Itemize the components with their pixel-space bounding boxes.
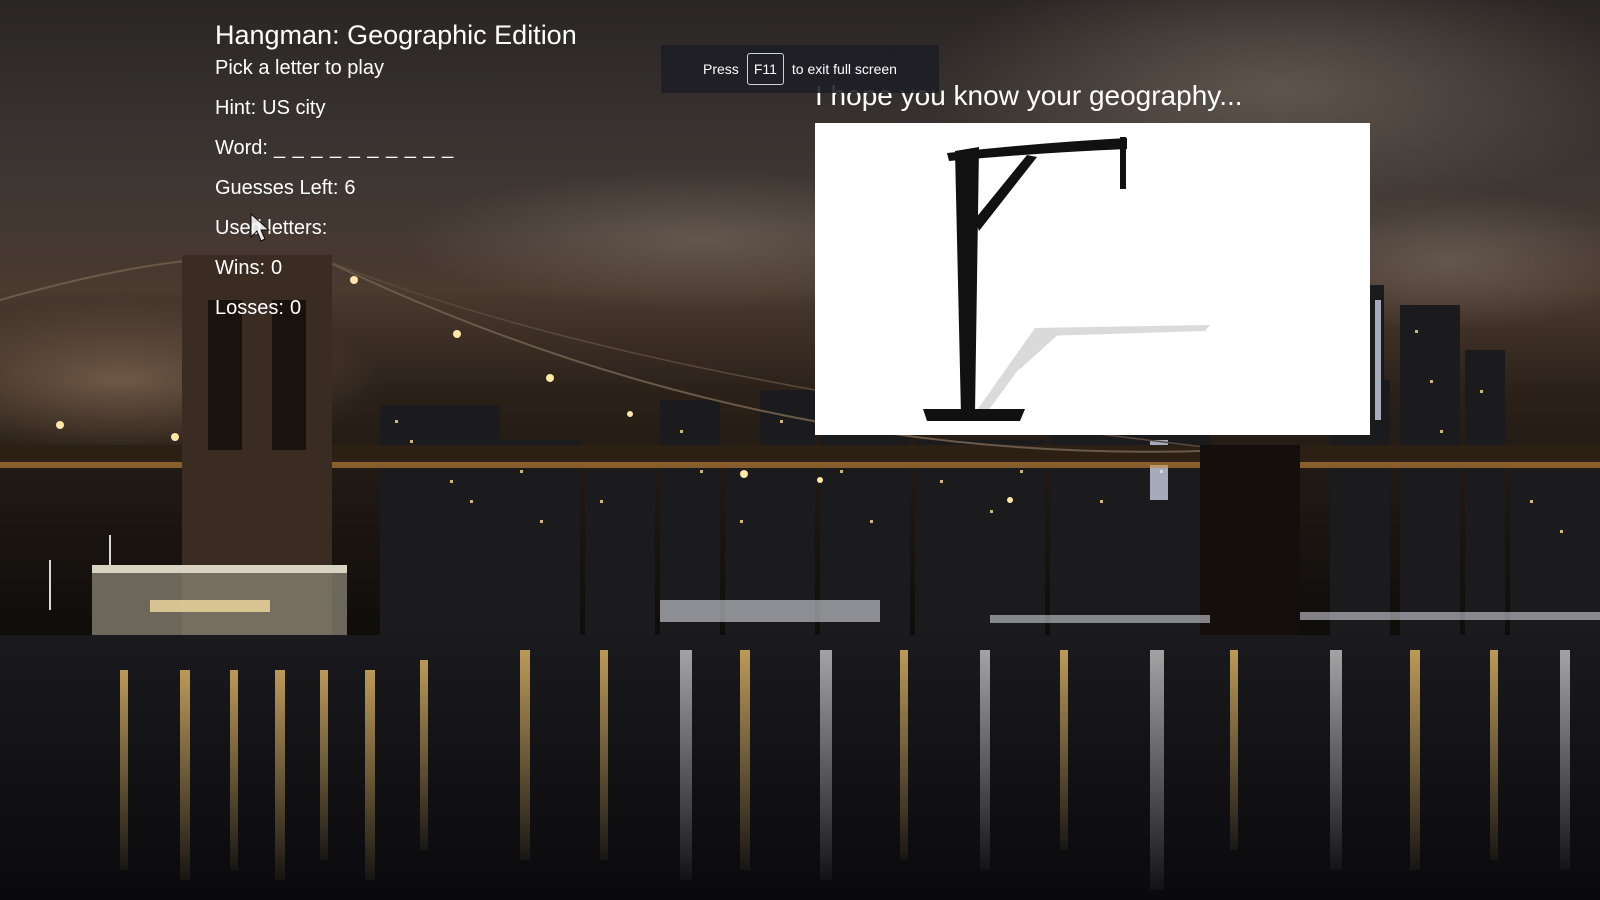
wins-line: Wins: 0 [215, 256, 675, 280]
guesses-left-value: 6 [344, 177, 356, 199]
guesses-left-line: Guesses Left: 6 [215, 176, 675, 200]
instruction-text: Pick a letter to play [215, 56, 675, 80]
hint-line: Hint: US city [215, 96, 675, 120]
fullscreen-toast-prefix: Press [703, 61, 739, 77]
losses-value: 0 [289, 297, 302, 319]
gallows-icon [923, 137, 1210, 421]
used-letters-label: Used letters: [215, 217, 328, 239]
wins-label: Wins: [215, 257, 265, 279]
word-blanks: _ _ _ _ _ _ _ _ _ _ [273, 137, 455, 159]
word-line: Word: _ _ _ _ _ _ _ _ _ _ [215, 136, 675, 160]
mouse-pointer-icon [250, 213, 270, 242]
hint-label: Hint: [215, 97, 257, 119]
f11-key-badge: F11 [746, 53, 784, 85]
instruction-label: Pick a letter to play [215, 57, 384, 79]
fullscreen-toast: Press F11 to exit full screen [661, 45, 939, 93]
game-info-panel: Hangman: Geographic Edition Pick a lette… [215, 18, 675, 336]
fullscreen-toast-suffix: to exit full screen [791, 61, 897, 77]
used-letters-line: Used letters: [215, 216, 675, 240]
losses-label: Losses: [215, 297, 284, 319]
wins-value: 0 [271, 257, 283, 279]
losses-line: Losses: 0 [215, 296, 675, 320]
gallows-board [815, 123, 1370, 435]
word-label: Word: [215, 137, 268, 159]
game-title: Hangman: Geographic Edition [215, 20, 577, 50]
hint-value: US city [262, 97, 326, 119]
guesses-left-label: Guesses Left: [215, 177, 339, 199]
